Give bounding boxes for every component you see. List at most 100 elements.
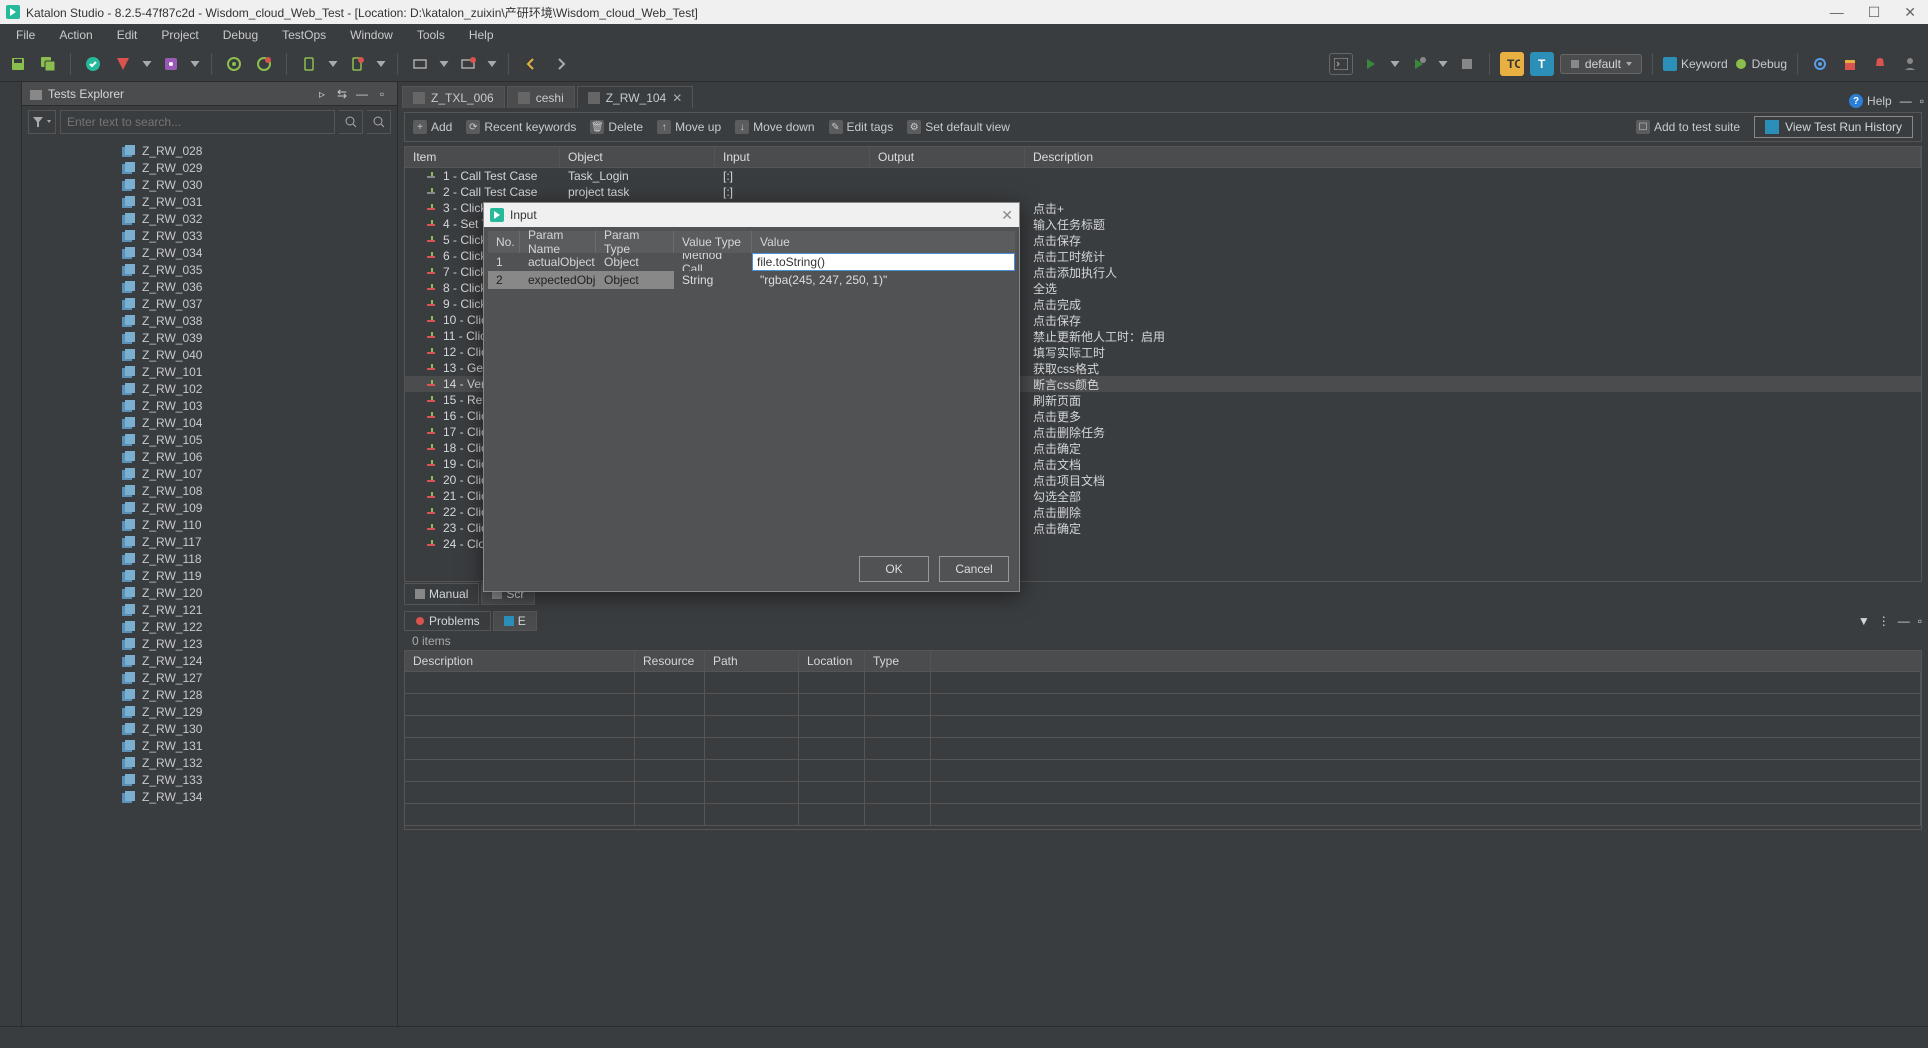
menu-tools[interactable]: Tools xyxy=(407,26,455,44)
tree-item[interactable]: Z_RW_101 xyxy=(122,363,397,380)
api-record-icon[interactable] xyxy=(456,52,480,76)
move-down-button[interactable]: ↓Move down xyxy=(735,120,814,134)
col-no[interactable]: No. xyxy=(488,231,520,253)
close-icon[interactable]: ✕ xyxy=(1904,4,1916,21)
chevron-down-icon[interactable] xyxy=(1389,52,1401,76)
mobile-record-icon[interactable] xyxy=(345,52,369,76)
tree-item[interactable]: Z_RW_132 xyxy=(122,754,397,771)
tree-item[interactable]: Z_RW_034 xyxy=(122,244,397,261)
col-input[interactable]: Input xyxy=(715,147,870,167)
menu-file[interactable]: File xyxy=(6,26,45,44)
tree-item[interactable]: Z_RW_103 xyxy=(122,397,397,414)
edit-tags-button[interactable]: ✎Edit tags xyxy=(829,120,894,134)
mobile-spy-icon[interactable] xyxy=(297,52,321,76)
tree-item[interactable]: Z_RW_124 xyxy=(122,652,397,669)
nav-forward-icon[interactable] xyxy=(549,52,573,76)
set-default-button[interactable]: ⚙Set default view xyxy=(907,120,1010,134)
menu-testops[interactable]: TestOps xyxy=(272,26,336,44)
menu-window[interactable]: Window xyxy=(340,26,403,44)
record-mobile-icon[interactable] xyxy=(159,52,183,76)
col-description[interactable]: Description xyxy=(405,651,635,671)
tree-item[interactable]: Z_RW_117 xyxy=(122,533,397,550)
new-item-icon[interactable]: ▹ xyxy=(315,87,329,101)
tree-item[interactable]: Z_RW_033 xyxy=(122,227,397,244)
minimize-icon[interactable]: — xyxy=(1898,614,1910,628)
debug-btn[interactable]: Debug xyxy=(1734,57,1787,71)
ok-button[interactable]: OK xyxy=(859,556,929,582)
tree-item[interactable]: Z_RW_123 xyxy=(122,635,397,652)
tree-item[interactable]: Z_RW_129 xyxy=(122,703,397,720)
tree-item[interactable]: Z_RW_120 xyxy=(122,584,397,601)
spy-web-icon[interactable] xyxy=(81,52,105,76)
tree-item[interactable]: Z_RW_121 xyxy=(122,601,397,618)
advanced-search-icon[interactable] xyxy=(367,110,391,134)
settings-icon[interactable] xyxy=(1808,52,1832,76)
dialog-titlebar[interactable]: Input ✕ xyxy=(484,203,1019,227)
menu-icon[interactable]: ⋮ xyxy=(1878,614,1890,628)
stop-icon[interactable] xyxy=(1455,52,1479,76)
minimize-panel-icon[interactable]: — xyxy=(355,87,369,101)
tree-item[interactable]: Z_RW_040 xyxy=(122,346,397,363)
maximize-icon[interactable]: ▫ xyxy=(1918,614,1922,628)
tree-item[interactable]: Z_RW_032 xyxy=(122,210,397,227)
menu-debug[interactable]: Debug xyxy=(213,26,268,44)
tree-item[interactable]: Z_RW_028 xyxy=(122,142,397,159)
tree-item[interactable]: Z_RW_107 xyxy=(122,465,397,482)
keyword-btn[interactable]: Keyword xyxy=(1663,57,1728,71)
record-web-icon[interactable] xyxy=(111,52,135,76)
minimize-icon[interactable]: — xyxy=(1830,4,1844,21)
api-spy-icon[interactable] xyxy=(408,52,432,76)
step-row[interactable]: 2 - Call Test Caseproject task[:] xyxy=(405,184,1921,200)
add-to-testsuite-button[interactable]: ☐Add to test suite xyxy=(1636,120,1740,134)
chevron-icon[interactable] xyxy=(486,52,498,76)
tab-ceshi[interactable]: ceshi xyxy=(507,86,575,108)
filter-icon[interactable] xyxy=(28,110,56,134)
debug-run-icon[interactable] xyxy=(1407,52,1431,76)
col-object[interactable]: Object xyxy=(560,147,715,167)
col-value-type[interactable]: Value Type xyxy=(674,231,752,253)
testcloud-icon[interactable]: TC xyxy=(1500,52,1524,76)
minimize-icon[interactable]: — xyxy=(1900,94,1912,108)
tree-item[interactable]: Z_RW_127 xyxy=(122,669,397,686)
col-param-name[interactable]: Param Name xyxy=(520,231,596,253)
step-row[interactable]: 1 - Call Test CaseTask_Login[:] xyxy=(405,168,1921,184)
tree-item[interactable]: Z_RW_104 xyxy=(122,414,397,431)
tree-item[interactable]: Z_RW_130 xyxy=(122,720,397,737)
menu-help[interactable]: Help xyxy=(459,26,504,44)
tree-item[interactable]: Z_RW_036 xyxy=(122,278,397,295)
menu-action[interactable]: Action xyxy=(49,26,102,44)
tree-item[interactable]: Z_RW_035 xyxy=(122,261,397,278)
cancel-button[interactable]: Cancel xyxy=(939,556,1009,582)
tree-item[interactable]: Z_RW_037 xyxy=(122,295,397,312)
chevron-icon[interactable] xyxy=(141,52,153,76)
col-output[interactable]: Output xyxy=(870,147,1025,167)
tree-item[interactable]: Z_RW_031 xyxy=(122,193,397,210)
chevron-icon[interactable] xyxy=(327,52,339,76)
help-button[interactable]: ?Help xyxy=(1849,94,1892,108)
recent-keywords-button[interactable]: ⟳Recent keywords xyxy=(466,120,576,134)
view-menu-icon[interactable]: ▫ xyxy=(375,87,389,101)
col-value[interactable]: Value xyxy=(752,231,1015,253)
tab-problems[interactable]: Problems xyxy=(404,611,491,631)
save-icon[interactable] xyxy=(6,52,30,76)
tab-z-txl-006[interactable]: Z_TXL_006 xyxy=(402,86,505,108)
tree-item[interactable]: Z_RW_133 xyxy=(122,771,397,788)
tree-item[interactable]: Z_RW_119 xyxy=(122,567,397,584)
menu-project[interactable]: Project xyxy=(151,26,208,44)
tree-item[interactable]: Z_RW_030 xyxy=(122,176,397,193)
tree-item[interactable]: Z_RW_102 xyxy=(122,380,397,397)
tree-item[interactable]: Z_RW_110 xyxy=(122,516,397,533)
notification-icon[interactable] xyxy=(1868,52,1892,76)
view-test-run-history-button[interactable]: View Test Run History xyxy=(1754,116,1913,138)
tree-item[interactable]: Z_RW_039 xyxy=(122,329,397,346)
tab-manual[interactable]: Manual xyxy=(404,583,479,605)
menu-edit[interactable]: Edit xyxy=(107,26,148,44)
value-input[interactable] xyxy=(752,253,1015,271)
web-record-icon[interactable] xyxy=(252,52,276,76)
save-all-icon[interactable] xyxy=(36,52,60,76)
delete-button[interactable]: 🗑Delete xyxy=(590,120,643,134)
col-location[interactable]: Location xyxy=(799,651,865,671)
tree-item[interactable]: Z_RW_131 xyxy=(122,737,397,754)
tree-item[interactable]: Z_RW_105 xyxy=(122,431,397,448)
chevron-icon[interactable] xyxy=(189,52,201,76)
